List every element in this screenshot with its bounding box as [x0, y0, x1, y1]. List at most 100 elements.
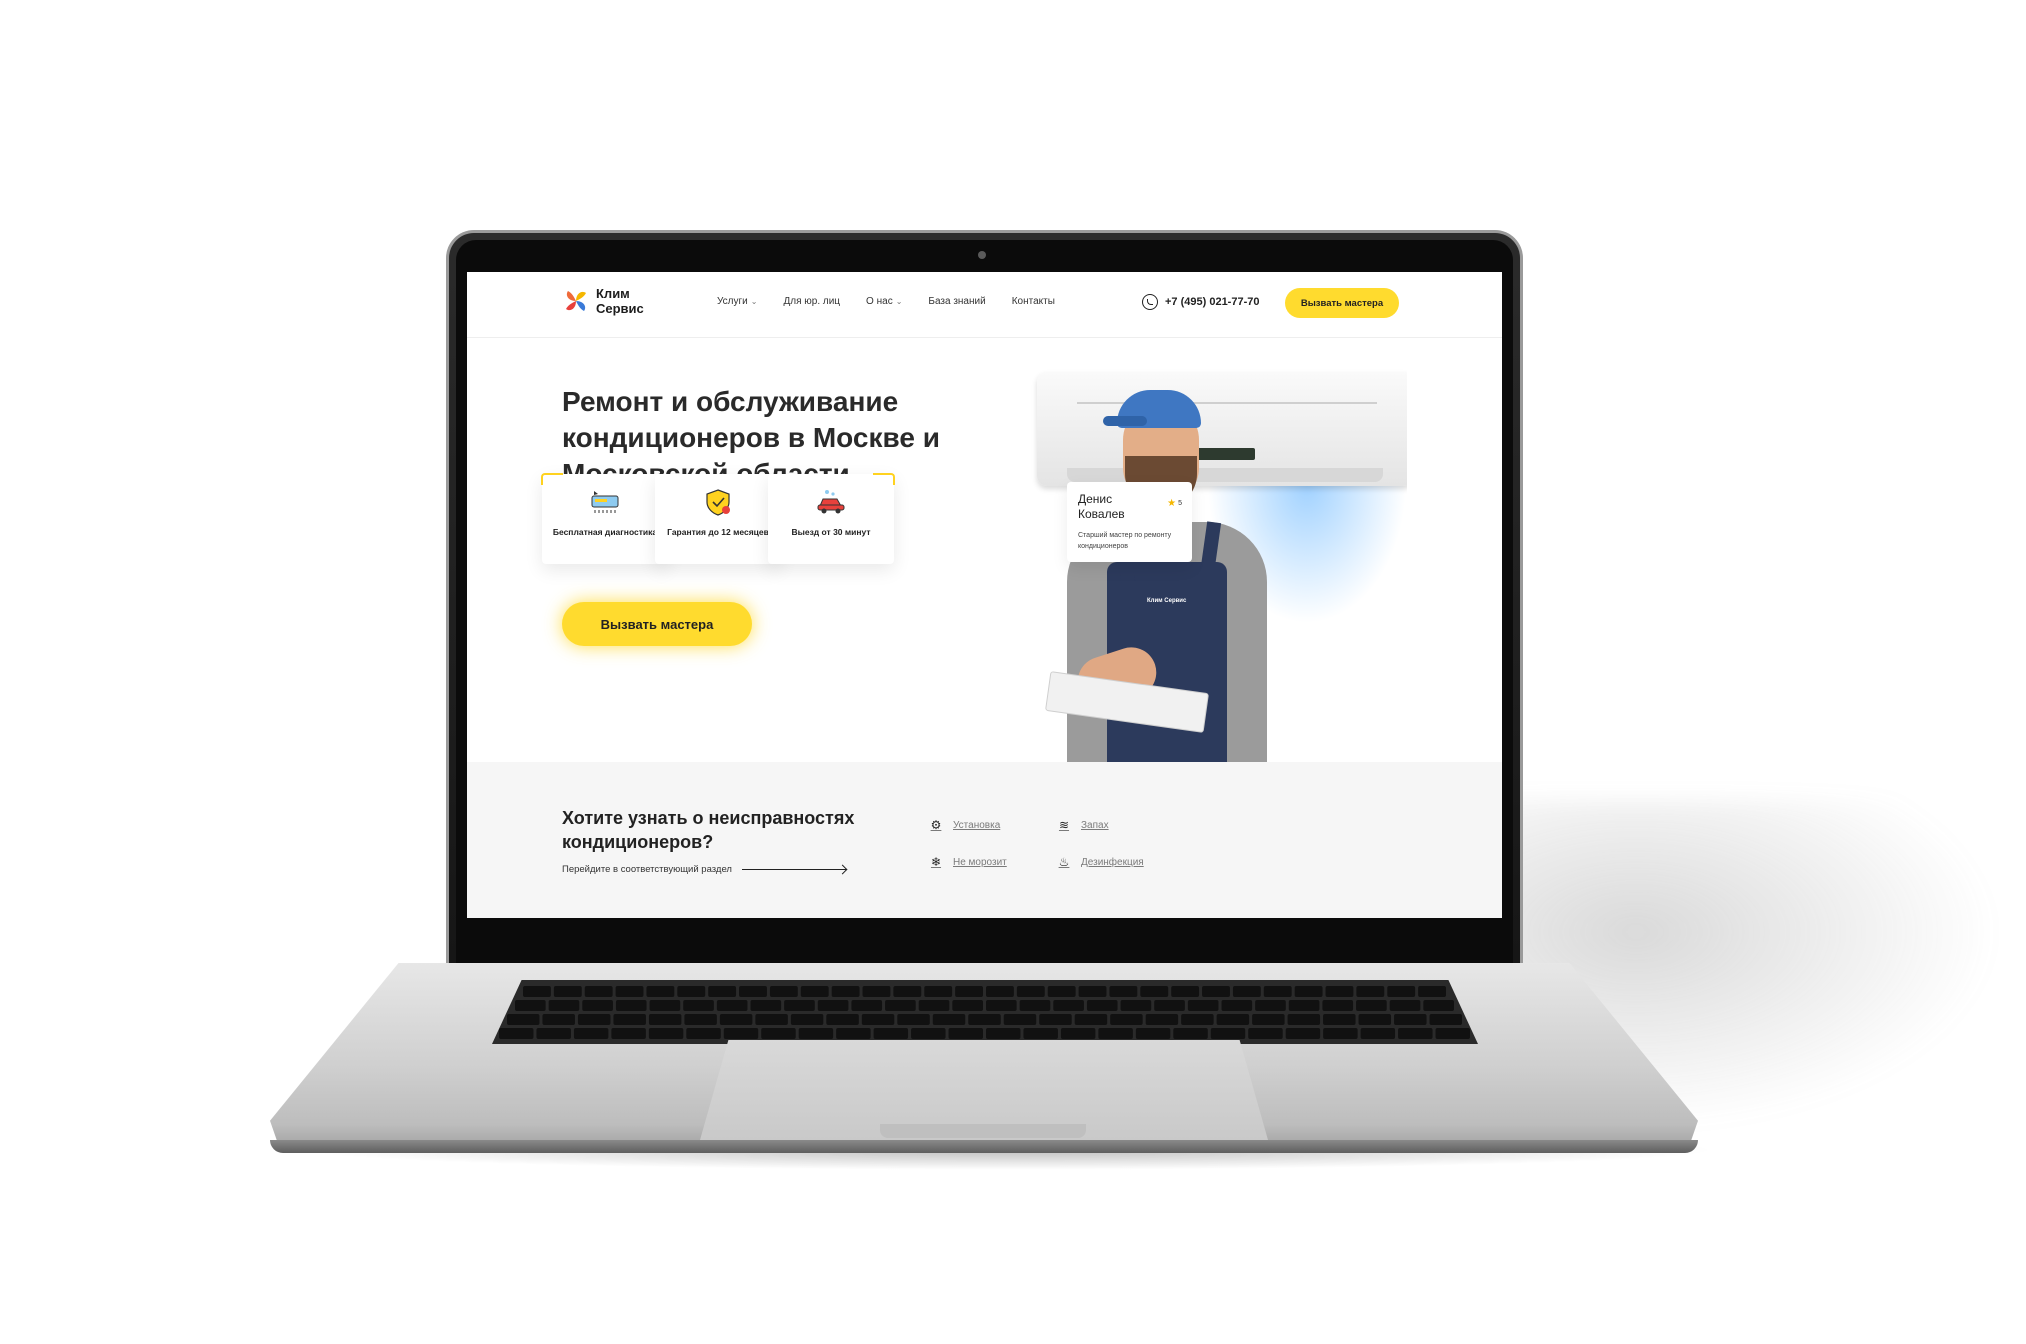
- keyboard-key: [1325, 986, 1354, 997]
- feature-card-guarantee: Гарантия до 12 месяцев: [655, 474, 781, 564]
- keyboard-key: [968, 1014, 1001, 1025]
- site-header: Клим Сервис Услуги ⌄ Для юр. лиц О нас ⌄…: [467, 272, 1502, 338]
- keyboard-key: [836, 1028, 871, 1039]
- keyboard-key: [1145, 1014, 1179, 1025]
- keyboard-key: [893, 986, 922, 997]
- nav-item-services[interactable]: Услуги ⌄: [717, 296, 757, 307]
- keyboard-key: [646, 986, 675, 997]
- keyboard-key: [577, 1014, 611, 1025]
- keyboard-key: [1120, 1000, 1152, 1011]
- keyboard-key: [648, 1028, 684, 1039]
- star-icon: ★: [1167, 498, 1177, 509]
- keyboard-key: [611, 1028, 646, 1039]
- faults-section: Хотите узнать о неисправностях кондицион…: [467, 762, 1502, 918]
- nav-item-knowledge-base[interactable]: База знаний: [928, 296, 985, 307]
- keyboard-key: [986, 1028, 1021, 1039]
- nav-item-label: О нас: [866, 296, 893, 307]
- keyboard-key: [582, 1000, 613, 1011]
- feature-label: Выезд от 30 минут: [791, 527, 871, 537]
- call-master-button-header[interactable]: Вызвать мастера: [1285, 288, 1399, 318]
- corner-accent: [541, 473, 563, 485]
- diagnostics-icon: [591, 491, 619, 513]
- keyboard-key: [862, 986, 891, 997]
- keyboard-key: [615, 986, 644, 997]
- keyboard-key: [761, 1028, 796, 1039]
- keyboard-key: [1358, 1014, 1392, 1025]
- link-not-cooling[interactable]: ❄ Не морозит: [929, 855, 1007, 869]
- laptop-base-edge: [270, 1140, 1698, 1153]
- keyboard-key: [1263, 986, 1292, 997]
- snowflake-icon: ❄: [930, 855, 942, 869]
- keyboard-key: [932, 1014, 966, 1025]
- spray-icon: ♨: [1058, 855, 1070, 869]
- hero-image-technician: Клим Сервис: [1007, 352, 1407, 780]
- keyboard-key: [1423, 1000, 1454, 1011]
- keyboard-key: [924, 986, 953, 997]
- phone-link[interactable]: +7 (495) 021-77-70: [1142, 294, 1259, 310]
- technician-cap-visor: [1103, 416, 1147, 426]
- keyboard-key: [613, 1014, 646, 1025]
- keyboard-key: [826, 1014, 859, 1025]
- link-installation[interactable]: ⚙ Установка: [929, 818, 1001, 832]
- keyboard-key: [1287, 1014, 1321, 1025]
- keyboard-key: [684, 1014, 717, 1025]
- feature-label: Гарантия до 12 месяцев: [667, 527, 769, 537]
- keyboard-key: [1210, 1028, 1246, 1039]
- keyboard-key: [1252, 1014, 1285, 1025]
- link-label: Установка: [953, 819, 1001, 831]
- feature-card-diagnostics: Бесплатная диагностика: [541, 473, 668, 564]
- fan-logo-icon: [566, 291, 586, 311]
- keyboard-key: [948, 1028, 983, 1039]
- keyboard-key: [708, 986, 737, 997]
- keyboard-key: [1019, 1000, 1051, 1011]
- keyboard-key: [1398, 1028, 1433, 1039]
- keyboard-key: [755, 1014, 788, 1025]
- keyboard-key: [1255, 1000, 1286, 1011]
- keyboard-key: [739, 986, 767, 997]
- nav-item-label: База знаний: [928, 296, 986, 307]
- master-role: Старший мастер по ремонту кондиционеров: [1078, 532, 1172, 550]
- guarantee-shield-icon: [706, 489, 730, 516]
- corner-accent: [873, 473, 895, 485]
- keyboard-key: [1078, 986, 1107, 997]
- air-conditioner-unit: [1037, 372, 1407, 486]
- feature-label: Бесплатная диагностика: [552, 527, 658, 537]
- rating-value: 5: [1178, 500, 1182, 507]
- keyboard-key: [1294, 986, 1323, 997]
- link-label: Не морозит: [953, 856, 1007, 868]
- call-master-button[interactable]: Вызвать мастера: [562, 602, 752, 646]
- laptop-notch: [880, 1124, 1086, 1138]
- nav-item-business[interactable]: Для юр. лиц: [783, 296, 840, 307]
- keyboard-key: [1171, 986, 1200, 997]
- keyboard-key: [1360, 1028, 1396, 1039]
- smell-icon: ≋: [1058, 818, 1070, 832]
- keyboard-key: [686, 1028, 721, 1039]
- nav-item-contacts[interactable]: Контакты: [1012, 296, 1055, 307]
- keyboard-keys: [499, 986, 1470, 1039]
- keyboard-key: [1140, 986, 1169, 997]
- keyboard-key: [1135, 1028, 1171, 1039]
- keyboard-key: [1060, 1028, 1096, 1039]
- car-icon: [817, 490, 845, 514]
- keyboard-key: [719, 1014, 753, 1025]
- faults-subtitle-text: Перейдите в соответствующий раздел: [562, 864, 732, 875]
- link-smell[interactable]: ≋ Запах: [1057, 818, 1109, 832]
- link-disinfection[interactable]: ♨ Дезинфекция: [1057, 855, 1144, 869]
- keyboard-key: [1023, 1028, 1058, 1039]
- keyboard-key: [523, 986, 551, 997]
- keyboard-key: [897, 1014, 930, 1025]
- keyboard-key: [952, 1000, 983, 1011]
- keyboard-key: [615, 1000, 647, 1011]
- keyboard-key: [784, 1000, 815, 1011]
- nav-item-about[interactable]: О нас ⌄: [866, 296, 902, 307]
- feature-card-visit: Выезд от 30 минут: [768, 473, 895, 564]
- logo[interactable]: Клим Сервис: [562, 286, 644, 316]
- keyboard-key: [1418, 986, 1446, 997]
- keyboard-key: [1216, 1014, 1250, 1025]
- keyboard-key: [800, 986, 829, 997]
- keyboard-key: [536, 1028, 571, 1039]
- whatsapp-icon: [1142, 294, 1158, 310]
- keyboard-key: [677, 986, 706, 997]
- keyboard-key: [1356, 1000, 1387, 1011]
- keyboard-key: [986, 1000, 1017, 1011]
